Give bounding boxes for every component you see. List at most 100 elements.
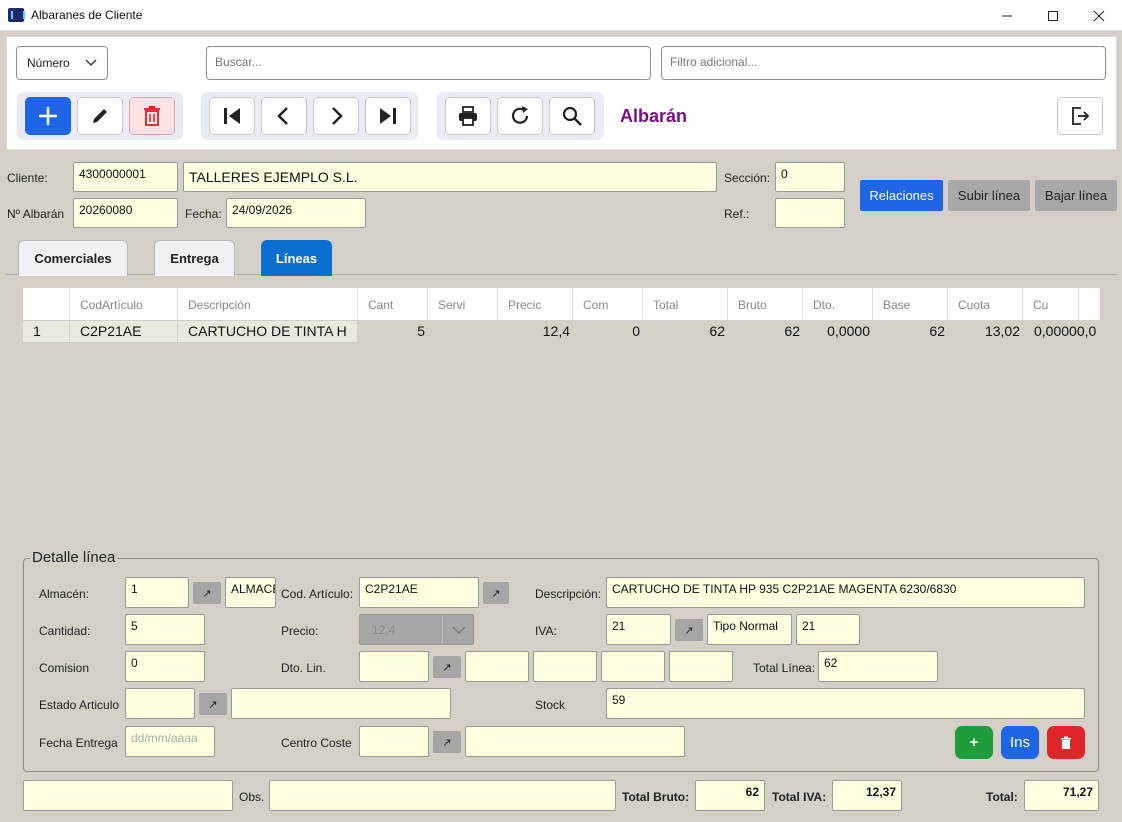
total-linea-field[interactable]: 62 bbox=[818, 651, 938, 682]
cantidad-field[interactable]: 5 bbox=[125, 614, 205, 645]
add-line-button[interactable]: + bbox=[955, 726, 993, 759]
almacen-field[interactable]: 1 bbox=[125, 577, 189, 608]
comision-field[interactable]: 0 bbox=[125, 651, 205, 682]
table-cell[interactable]: 62 bbox=[873, 320, 948, 343]
chevron-down-icon bbox=[452, 626, 466, 634]
dto-field-4[interactable] bbox=[669, 651, 733, 682]
iva-type-field[interactable]: Tipo Normal bbox=[707, 614, 792, 645]
table-cell[interactable]: CARTUCHO DE TINTA H bbox=[178, 320, 358, 343]
iva-lookup-button[interactable]: ↗ bbox=[675, 619, 703, 641]
column-header[interactable]: Servi bbox=[428, 288, 498, 320]
table-cell[interactable]: 0,0000 bbox=[803, 320, 873, 343]
print-button[interactable] bbox=[445, 97, 491, 135]
column-header[interactable]: Cuota bbox=[948, 288, 1023, 320]
bajar-linea-button[interactable]: Bajar línea bbox=[1035, 180, 1117, 211]
column-header[interactable]: Precic bbox=[498, 288, 573, 320]
table-cell[interactable]: 62 bbox=[728, 320, 803, 343]
descripcion-field[interactable]: CARTUCHO DE TINTA HP 935 C2P21AE MAGENTA… bbox=[606, 577, 1085, 608]
estado-field[interactable] bbox=[125, 688, 195, 719]
arrow-up-right-icon: ↗ bbox=[491, 587, 501, 600]
table-cell[interactable]: 13,02 bbox=[948, 320, 1023, 343]
edit-button[interactable] bbox=[77, 97, 123, 135]
table-cell[interactable] bbox=[428, 320, 498, 343]
table-cell[interactable]: 0 bbox=[573, 320, 643, 343]
ref-field[interactable] bbox=[775, 198, 845, 228]
iva-label: IVA: bbox=[535, 624, 557, 638]
exit-button[interactable] bbox=[1057, 97, 1103, 135]
table-cell[interactable]: C2P21AE bbox=[70, 320, 178, 343]
pencil-icon bbox=[93, 109, 107, 123]
filter-input[interactable]: Filtro adicional... bbox=[661, 46, 1106, 80]
table-cell[interactable]: 5 bbox=[358, 320, 428, 343]
almacen-lookup-button[interactable]: ↗ bbox=[193, 582, 221, 604]
column-header[interactable]: Total bbox=[643, 288, 728, 320]
previous-record-button[interactable] bbox=[261, 97, 307, 135]
fecha-entrega-field[interactable]: dd/mm/aaaa bbox=[125, 726, 215, 757]
table-cell[interactable]: 12,4 bbox=[498, 320, 573, 343]
maximize-button[interactable] bbox=[1030, 0, 1076, 31]
next-record-button[interactable] bbox=[313, 97, 359, 135]
estado-lookup-button[interactable]: ↗ bbox=[199, 693, 227, 715]
table-cell[interactable]: 0,00000,0 bbox=[1023, 320, 1100, 343]
cliente-name-field[interactable]: TALLERES EJEMPLO S.L. bbox=[183, 162, 717, 192]
column-header[interactable]: Bruto bbox=[728, 288, 803, 320]
codart-field[interactable]: C2P21AE bbox=[359, 577, 479, 608]
precio-combo[interactable]: 12,4 bbox=[359, 614, 474, 645]
delete-button[interactable] bbox=[129, 97, 175, 135]
arrow-up-right-icon: ↗ bbox=[442, 661, 452, 674]
codart-lookup-button[interactable]: ↗ bbox=[483, 582, 509, 604]
close-button[interactable] bbox=[1076, 0, 1122, 31]
column-header[interactable]: CodArtículo bbox=[70, 288, 178, 320]
fecha-field[interactable]: 24/09/2026 bbox=[226, 198, 366, 228]
seccion-field[interactable]: 0 bbox=[775, 162, 845, 192]
first-record-button[interactable] bbox=[209, 97, 255, 135]
printer-icon bbox=[459, 106, 477, 126]
subir-linea-button[interactable]: Subir línea bbox=[948, 180, 1030, 211]
footer-blank-field[interactable] bbox=[23, 780, 233, 811]
new-button[interactable] bbox=[25, 97, 71, 135]
column-header[interactable]: Com bbox=[573, 288, 643, 320]
refresh-button[interactable] bbox=[497, 97, 543, 135]
codart-label: Cod. Artículo: bbox=[281, 587, 354, 601]
table-cell[interactable]: 1 bbox=[23, 320, 70, 343]
search-input[interactable]: Buscar... bbox=[206, 46, 651, 80]
column-header[interactable]: Cant bbox=[358, 288, 428, 320]
lines-grid: CodArtículo Descripción Cant Servi Preci… bbox=[23, 288, 1100, 343]
ref-label: Ref.: bbox=[724, 207, 750, 221]
iva-pct-field[interactable]: 21 bbox=[796, 614, 860, 645]
cliente-label: Cliente: bbox=[7, 171, 48, 185]
centro-coste-lookup-button[interactable]: ↗ bbox=[433, 731, 461, 753]
column-header[interactable]: Dto. bbox=[803, 288, 873, 320]
iva-code-field[interactable]: 21 bbox=[606, 614, 671, 645]
relaciones-button[interactable]: Relaciones bbox=[860, 180, 943, 211]
centro-coste-field[interactable] bbox=[359, 726, 429, 757]
dtolin-lookup-button[interactable]: ↗ bbox=[433, 656, 461, 678]
dtolin-field[interactable] bbox=[359, 651, 429, 682]
centro-coste-name-field[interactable] bbox=[465, 726, 685, 757]
tab-lineas[interactable]: Líneas bbox=[261, 240, 332, 276]
almacen-name-field[interactable]: ALMACE bbox=[225, 577, 276, 608]
tab-comerciales[interactable]: Comerciales bbox=[18, 240, 128, 276]
estado-name-field[interactable] bbox=[231, 688, 451, 719]
stock-field[interactable]: 59 bbox=[606, 688, 1085, 719]
insert-line-button[interactable]: Ins bbox=[1001, 726, 1039, 759]
dto-field-2[interactable] bbox=[533, 651, 597, 682]
trash-icon bbox=[1061, 736, 1071, 749]
last-record-button[interactable] bbox=[365, 97, 411, 135]
table-cell[interactable]: 62 bbox=[643, 320, 728, 343]
dto-field-1[interactable] bbox=[465, 651, 529, 682]
close-icon bbox=[1093, 10, 1105, 21]
column-header[interactable]: Cu bbox=[1023, 288, 1079, 320]
column-header[interactable]: Descripción bbox=[178, 288, 358, 320]
cliente-code-field[interactable]: 4300000001 bbox=[73, 162, 178, 192]
search-mode-select[interactable]: Número bbox=[16, 46, 108, 80]
dto-field-3[interactable] bbox=[601, 651, 665, 682]
column-header[interactable] bbox=[23, 288, 70, 320]
tab-entrega[interactable]: Entrega bbox=[154, 240, 235, 276]
column-header[interactable]: Base bbox=[873, 288, 948, 320]
obs-field[interactable] bbox=[269, 780, 616, 811]
albaran-field[interactable]: 20260080 bbox=[73, 198, 178, 228]
search-button[interactable] bbox=[549, 97, 595, 135]
delete-line-button[interactable] bbox=[1047, 726, 1085, 759]
minimize-button[interactable] bbox=[984, 0, 1030, 31]
